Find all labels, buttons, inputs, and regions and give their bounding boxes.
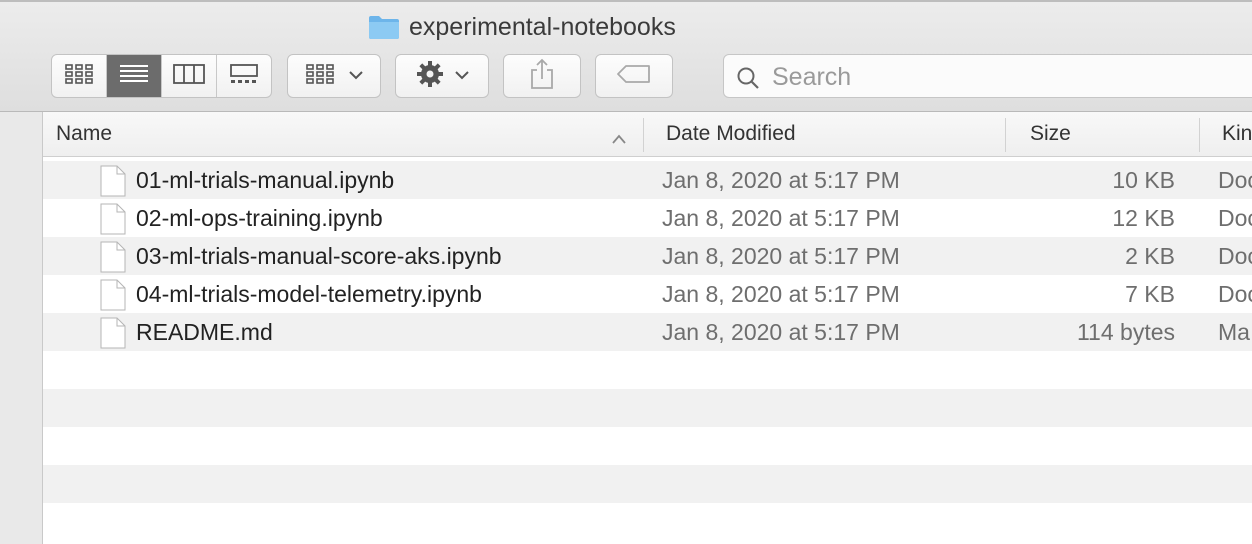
- file-size: 114 bytes: [1076, 319, 1175, 345]
- search-field[interactable]: [723, 54, 1252, 98]
- file-date: Jan 8, 2020 at 5:17 PM: [662, 243, 900, 269]
- window-toolbar: experimental-notebooks: [0, 0, 1252, 112]
- tag-icon: [616, 64, 652, 89]
- column-view-button[interactable]: [162, 55, 217, 97]
- title-bar: experimental-notebooks: [0, 8, 1252, 44]
- file-date: Jan 8, 2020 at 5:17 PM: [662, 281, 900, 307]
- file-name: 04-ml-trials-model-telemetry.ipynb: [136, 281, 482, 307]
- list-icon: [119, 63, 149, 90]
- empty-row: [43, 427, 1252, 465]
- file-name: README.md: [136, 319, 273, 345]
- empty-row: [43, 465, 1252, 503]
- document-icon: [100, 279, 126, 317]
- file-size: 12 KB: [1112, 205, 1175, 231]
- column-header: Name Date Modified Size Kin: [43, 112, 1252, 157]
- document-icon: [100, 317, 126, 355]
- empty-row: [43, 503, 1252, 541]
- file-name: 03-ml-trials-manual-score-aks.ipynb: [136, 243, 502, 269]
- file-list: 01-ml-trials-manual.ipynb Jan 8, 2020 at…: [43, 161, 1252, 544]
- file-date: Jan 8, 2020 at 5:17 PM: [662, 205, 900, 231]
- file-size: 10 KB: [1112, 167, 1175, 193]
- column-header-name[interactable]: Name: [56, 112, 112, 156]
- file-row[interactable]: 02-ml-ops-training.ipynb Jan 8, 2020 at …: [43, 199, 1252, 237]
- column-divider[interactable]: [1005, 118, 1006, 152]
- window-title: experimental-notebooks: [368, 12, 676, 42]
- file-size: 7 KB: [1125, 281, 1175, 307]
- share-icon: [529, 58, 555, 95]
- sidebar: [0, 112, 43, 544]
- group-by-icon: [305, 63, 335, 90]
- column-divider[interactable]: [1199, 118, 1200, 152]
- column-header-size[interactable]: Size: [1030, 112, 1071, 156]
- file-row[interactable]: 01-ml-trials-manual.ipynb Jan 8, 2020 at…: [43, 161, 1252, 199]
- file-name: 02-ml-ops-training.ipynb: [136, 205, 383, 231]
- window-title-text: experimental-notebooks: [409, 12, 676, 41]
- gallery-icon: [229, 63, 259, 90]
- file-row[interactable]: README.md Jan 8, 2020 at 5:17 PM 114 byt…: [43, 313, 1252, 351]
- file-kind: Doc: [1218, 281, 1252, 307]
- column-header-date-modified[interactable]: Date Modified: [666, 112, 796, 156]
- action-button[interactable]: [395, 54, 489, 98]
- file-date: Jan 8, 2020 at 5:17 PM: [662, 319, 900, 345]
- file-kind: Doc: [1218, 243, 1252, 269]
- gear-icon: [415, 59, 445, 94]
- file-kind: Doc: [1218, 205, 1252, 231]
- empty-row: [43, 389, 1252, 427]
- document-icon: [100, 241, 126, 279]
- column-header-kind[interactable]: Kin: [1222, 112, 1252, 156]
- file-row[interactable]: 03-ml-trials-manual-score-aks.ipynb Jan …: [43, 237, 1252, 275]
- file-kind: Doc: [1218, 167, 1252, 193]
- file-kind: Ma: [1218, 319, 1250, 345]
- document-icon: [100, 203, 126, 241]
- list-view-button[interactable]: [107, 55, 162, 97]
- share-button[interactable]: [503, 54, 581, 98]
- folder-icon: [368, 14, 400, 40]
- file-name: 01-ml-trials-manual.ipynb: [136, 167, 395, 193]
- group-by-button[interactable]: [287, 54, 381, 98]
- column-divider[interactable]: [643, 118, 644, 152]
- sort-ascending-icon[interactable]: [611, 127, 627, 151]
- file-row[interactable]: 04-ml-trials-model-telemetry.ipynb Jan 8…: [43, 275, 1252, 313]
- columns-icon: [173, 63, 205, 90]
- chevron-down-icon: [349, 67, 363, 85]
- empty-row: [43, 351, 1252, 389]
- search-input[interactable]: [770, 61, 1234, 93]
- icon-view-button[interactable]: [52, 55, 107, 97]
- document-icon: [100, 165, 126, 203]
- tag-button[interactable]: [595, 54, 673, 98]
- file-size: 2 KB: [1125, 243, 1175, 269]
- file-date: Jan 8, 2020 at 5:17 PM: [662, 167, 900, 193]
- view-mode-control: [51, 54, 272, 98]
- chevron-down-icon: [455, 67, 469, 85]
- grid-icon: [64, 63, 94, 90]
- gallery-view-button[interactable]: [217, 55, 271, 97]
